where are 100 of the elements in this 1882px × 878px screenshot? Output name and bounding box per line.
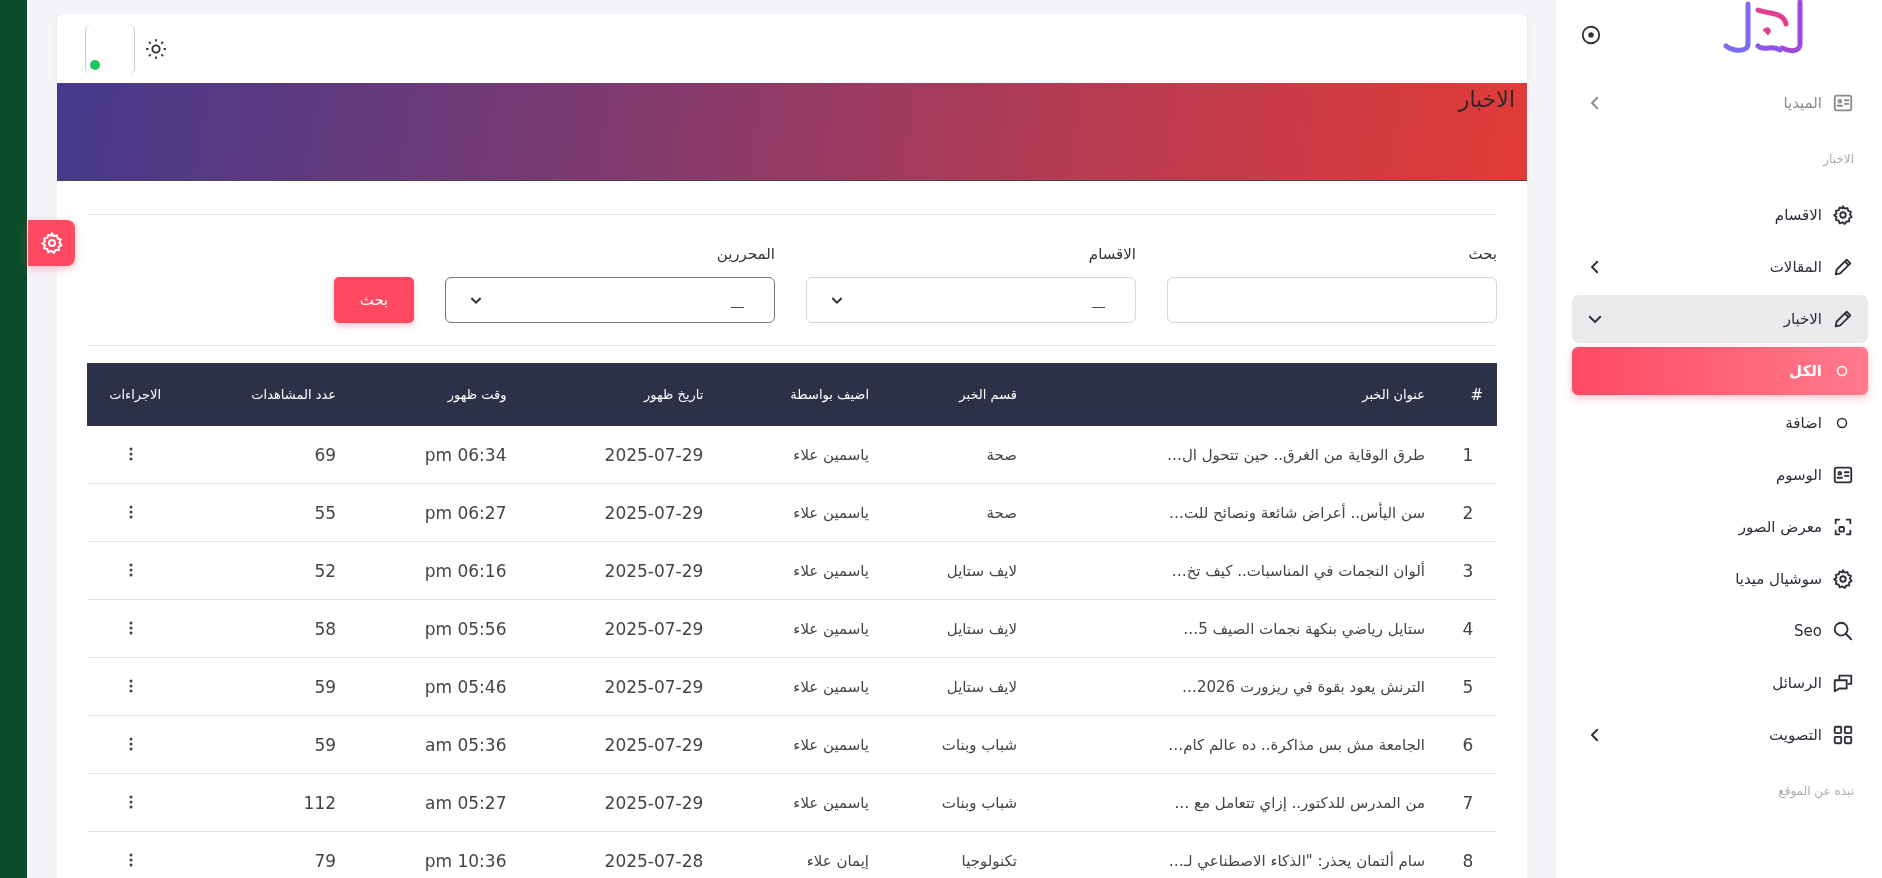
column-header: # bbox=[1470, 385, 1483, 404]
more-icon[interactable] bbox=[129, 678, 133, 693]
table-cell: شباب وبنات bbox=[941, 793, 1017, 812]
select-field[interactable]: __ bbox=[445, 277, 775, 323]
table-cell: ياسمين علاء bbox=[793, 561, 869, 580]
column-header: الاجراءات bbox=[109, 387, 161, 402]
nav-icon bbox=[1832, 92, 1854, 114]
settings-button[interactable] bbox=[28, 220, 75, 266]
nav-icon bbox=[1832, 672, 1854, 694]
sun-icon[interactable] bbox=[145, 37, 167, 60]
nav-icon bbox=[1832, 308, 1854, 330]
sidebar-toggle-icon[interactable] bbox=[1580, 24, 1602, 46]
nav-icon bbox=[1832, 620, 1854, 642]
select-field[interactable]: __ bbox=[806, 277, 1136, 323]
table-cell: 59 bbox=[314, 676, 337, 697]
field-label: المحررين bbox=[715, 245, 775, 263]
table-cell: pm 06:34 bbox=[424, 444, 507, 465]
table-cell: ستايل رياضي بنكهة نجمات الصيف 5… bbox=[1183, 619, 1425, 638]
table-cell: ياسمين علاء bbox=[793, 735, 869, 754]
table-cell: 2025-07-28 bbox=[604, 850, 704, 871]
table-cell: من المدرس للدكتور.. إزاي تتعامل مع … bbox=[1174, 793, 1425, 812]
table-cell: 6 bbox=[1462, 734, 1474, 755]
column-header: قسم الخبر bbox=[959, 387, 1017, 402]
table-cell: pm 05:46 bbox=[424, 676, 507, 697]
table-cell: 2025-07-29 bbox=[604, 444, 704, 465]
table-cell: شباب وبنات bbox=[941, 735, 1017, 754]
table-cell: ياسمين علاء bbox=[793, 445, 869, 464]
table-cell: لايف ستايل bbox=[946, 619, 1017, 638]
table-cell: 69 bbox=[314, 444, 337, 465]
table-cell: 2025-07-29 bbox=[604, 560, 704, 581]
table-cell: لايف ستايل bbox=[946, 561, 1017, 580]
table-cell: 58 bbox=[314, 618, 337, 639]
table-cell: 2025-07-29 bbox=[604, 502, 704, 523]
table-cell: 2025-07-29 bbox=[604, 618, 704, 639]
nav-icon bbox=[1832, 724, 1854, 746]
table-cell: 2 bbox=[1462, 502, 1474, 523]
section-label: نبذه عن الموقع bbox=[1777, 783, 1855, 801]
nav-icon bbox=[1832, 204, 1854, 226]
table-cell: طرق الوقاية من الغرق.. حين تتحول ال… bbox=[1166, 445, 1425, 464]
table-cell: لايف ستايل bbox=[946, 677, 1017, 696]
circle-icon bbox=[1836, 365, 1848, 377]
nav-item[interactable]: التصويت bbox=[1572, 711, 1868, 759]
table-cell: الترنش يعود بقوة في ريزورت 2026… bbox=[1181, 677, 1425, 696]
table-cell: ياسمين علاء bbox=[793, 677, 869, 696]
table-cell: ياسمين علاء bbox=[793, 793, 869, 812]
more-icon[interactable] bbox=[129, 794, 133, 809]
field-label: بحث bbox=[1467, 245, 1497, 263]
table-cell: ياسمين علاء bbox=[793, 619, 869, 638]
column-header: وقت ظهور bbox=[447, 387, 507, 402]
nav-item[interactable]: المقالات bbox=[1572, 243, 1868, 291]
nav-icon bbox=[1832, 256, 1854, 278]
table-cell: 3 bbox=[1462, 560, 1474, 581]
search-field[interactable] bbox=[1167, 277, 1497, 323]
nav-item[interactable]: الاقسام bbox=[1572, 191, 1868, 239]
nav-item[interactable]: الوسوم bbox=[1572, 451, 1868, 499]
more-icon[interactable] bbox=[129, 446, 133, 461]
column-header: عدد المشاهدات bbox=[251, 387, 337, 402]
nav-item[interactable]: الرسائل bbox=[1572, 659, 1868, 707]
table-cell: الجامعة مش بس مذاكرة.. ده عالم كام… bbox=[1168, 735, 1425, 754]
nav-icon bbox=[1832, 516, 1854, 538]
table-cell: 79 bbox=[314, 850, 337, 871]
table-cell: صحة bbox=[986, 503, 1017, 522]
table-cell: am 05:27 bbox=[425, 792, 507, 813]
table-cell: pm 10:36 bbox=[424, 850, 507, 871]
table-cell: صحة bbox=[986, 445, 1017, 464]
circle-icon bbox=[1836, 417, 1848, 429]
table-cell: 2025-07-29 bbox=[604, 734, 704, 755]
table-cell: 2025-07-29 bbox=[604, 676, 704, 697]
column-header: تاريخ ظهور bbox=[644, 387, 704, 402]
nav-icon bbox=[1832, 464, 1854, 486]
table-cell: 55 bbox=[314, 502, 337, 523]
table-cell: سام ألتمان يحذر: "الذكاء الاصطناعي لـ… bbox=[1168, 851, 1425, 870]
table-cell: 7 bbox=[1462, 792, 1474, 813]
table-cell: ألوان النجمات في المناسبات.. كيف تخ… bbox=[1171, 561, 1425, 580]
nav-item[interactable]: معرض الصور bbox=[1572, 503, 1868, 551]
column-header: عنوان الخبر bbox=[1362, 387, 1425, 402]
nav-item[interactable]: Seo bbox=[1572, 607, 1868, 655]
table-cell: 8 bbox=[1462, 850, 1474, 871]
table-cell: 2025-07-29 bbox=[604, 792, 704, 813]
table-cell: ياسمين علاء bbox=[793, 503, 869, 522]
table-cell: 4 bbox=[1462, 618, 1474, 639]
more-icon[interactable] bbox=[129, 562, 133, 577]
column-header: اضيف بواسطة bbox=[790, 387, 869, 402]
nav-subitem[interactable]: اضافة bbox=[1572, 399, 1868, 447]
table-cell: 1 bbox=[1462, 444, 1474, 465]
table-cell: 112 bbox=[303, 792, 337, 813]
more-icon[interactable] bbox=[129, 852, 133, 867]
table-cell: pm 06:27 bbox=[424, 502, 507, 523]
more-icon[interactable] bbox=[129, 736, 133, 751]
table-cell: 52 bbox=[314, 560, 337, 581]
nav-item[interactable]: سوشيال ميديا bbox=[1572, 555, 1868, 603]
table-cell: am 05:36 bbox=[425, 734, 507, 755]
table-cell: pm 06:16 bbox=[424, 560, 507, 581]
nav-item[interactable]: الاخبار bbox=[1572, 295, 1868, 343]
section-label: الاخبار bbox=[1821, 151, 1855, 168]
more-icon[interactable] bbox=[129, 620, 133, 635]
more-icon[interactable] bbox=[129, 504, 133, 519]
field-label: الاقسام bbox=[1087, 245, 1136, 263]
nav-icon bbox=[1832, 568, 1854, 590]
table-cell: إيمان علاء bbox=[806, 851, 869, 870]
